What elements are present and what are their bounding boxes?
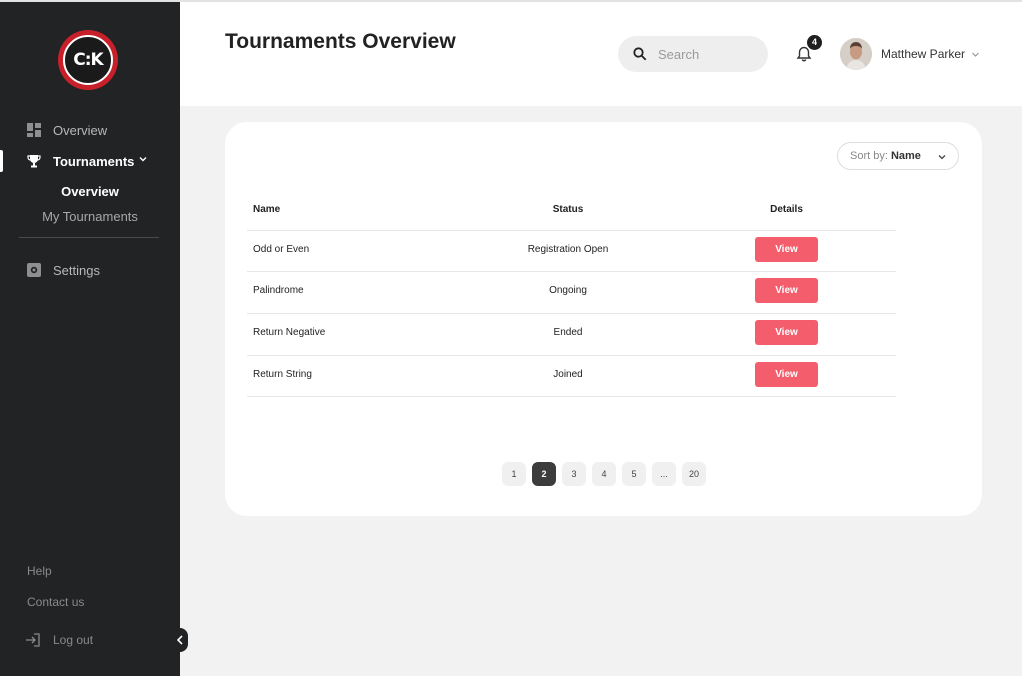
chevron-down-icon [938, 155, 946, 160]
search-input[interactable] [658, 44, 758, 64]
brand-logo[interactable]: C:K [58, 30, 118, 90]
page-button-2-current[interactable]: 2 [532, 462, 556, 486]
table-row: Return String Joined View [247, 355, 896, 397]
logo-badge: C:K [63, 35, 113, 85]
tournament-name: Return Negative [253, 327, 326, 338]
sidebar-item-label: Tournaments [53, 153, 135, 169]
tournament-status: Ongoing [549, 285, 587, 296]
logo-text: C:K [73, 50, 103, 70]
sidebar-item-label: Settings [53, 262, 100, 278]
tournament-name: Odd or Even [253, 244, 310, 255]
user-name[interactable]: Matthew Parker [881, 47, 965, 61]
notification-count-badge: 4 [807, 35, 822, 50]
page-button-20[interactable]: 20 [682, 462, 706, 486]
table-row: Return Negative Ended View [247, 313, 896, 355]
sidebar-item-settings[interactable]: Settings [0, 258, 180, 282]
page-button-1[interactable]: 1 [502, 462, 526, 486]
tournaments-card: Sort by: Name Name Status Details Odd or… [225, 122, 982, 516]
view-button[interactable]: View [755, 237, 818, 262]
dashboard-icon [27, 123, 41, 137]
logout-icon[interactable] [25, 632, 41, 648]
sort-value: Name [890, 150, 921, 162]
top-border [0, 0, 1022, 2]
sidebar-divider [19, 237, 159, 238]
table-row: Odd or Even Registration Open View [247, 230, 896, 272]
user-avatar-icon [840, 38, 872, 70]
table-bottom-border [247, 396, 896, 397]
page-button-4[interactable]: 4 [592, 462, 616, 486]
view-button[interactable]: View [755, 278, 818, 303]
tournament-name: Return String [253, 369, 312, 380]
sidebar-subitem-my-tournaments[interactable]: My Tournaments [0, 209, 180, 224]
help-link[interactable]: Help [27, 564, 52, 578]
sidebar-item-overview[interactable]: Overview [0, 118, 180, 142]
top-header: Tournaments Overview 4 Matthew Parker [180, 0, 1022, 106]
chevron-down-icon[interactable] [971, 50, 980, 59]
trophy-icon [27, 155, 41, 168]
table-row: Palindrome Ongoing View [247, 271, 896, 313]
pagination: 1 2 3 4 5 ... 20 [502, 462, 706, 486]
chevron-down-icon [139, 157, 147, 162]
page-ellipsis: ... [652, 462, 676, 486]
search-box[interactable] [618, 36, 768, 72]
page-button-3[interactable]: 3 [562, 462, 586, 486]
tournament-status: Registration Open [527, 244, 609, 255]
sidebar: C:K Overview Tournaments Overview My Tou… [0, 0, 188, 676]
sidebar-collapse-button[interactable] [170, 628, 188, 652]
search-icon [633, 47, 647, 61]
logout-link[interactable]: Log out [53, 633, 93, 647]
column-header-details: Details [770, 204, 803, 215]
contact-us-link[interactable]: Contact us [27, 595, 84, 609]
column-header-status: Status [552, 204, 584, 215]
tournament-name: Palindrome [253, 285, 304, 296]
sort-dropdown[interactable]: Sort by: Name [837, 142, 959, 170]
sort-label: Sort by: [850, 150, 888, 162]
sidebar-subitem-overview[interactable]: Overview [0, 184, 180, 199]
chevron-left-icon [177, 635, 183, 645]
page-button-5[interactable]: 5 [622, 462, 646, 486]
page-title: Tournaments Overview [225, 30, 456, 53]
tournament-status: Ended [553, 327, 583, 338]
column-header-name: Name [253, 204, 281, 215]
tournament-status: Joined [553, 369, 583, 380]
sidebar-item-tournaments[interactable]: Tournaments [0, 149, 180, 173]
avatar[interactable] [840, 38, 872, 70]
settings-icon [27, 263, 41, 277]
view-button[interactable]: View [755, 320, 818, 345]
sidebar-item-label: Overview [53, 122, 108, 138]
view-button[interactable]: View [755, 362, 818, 387]
